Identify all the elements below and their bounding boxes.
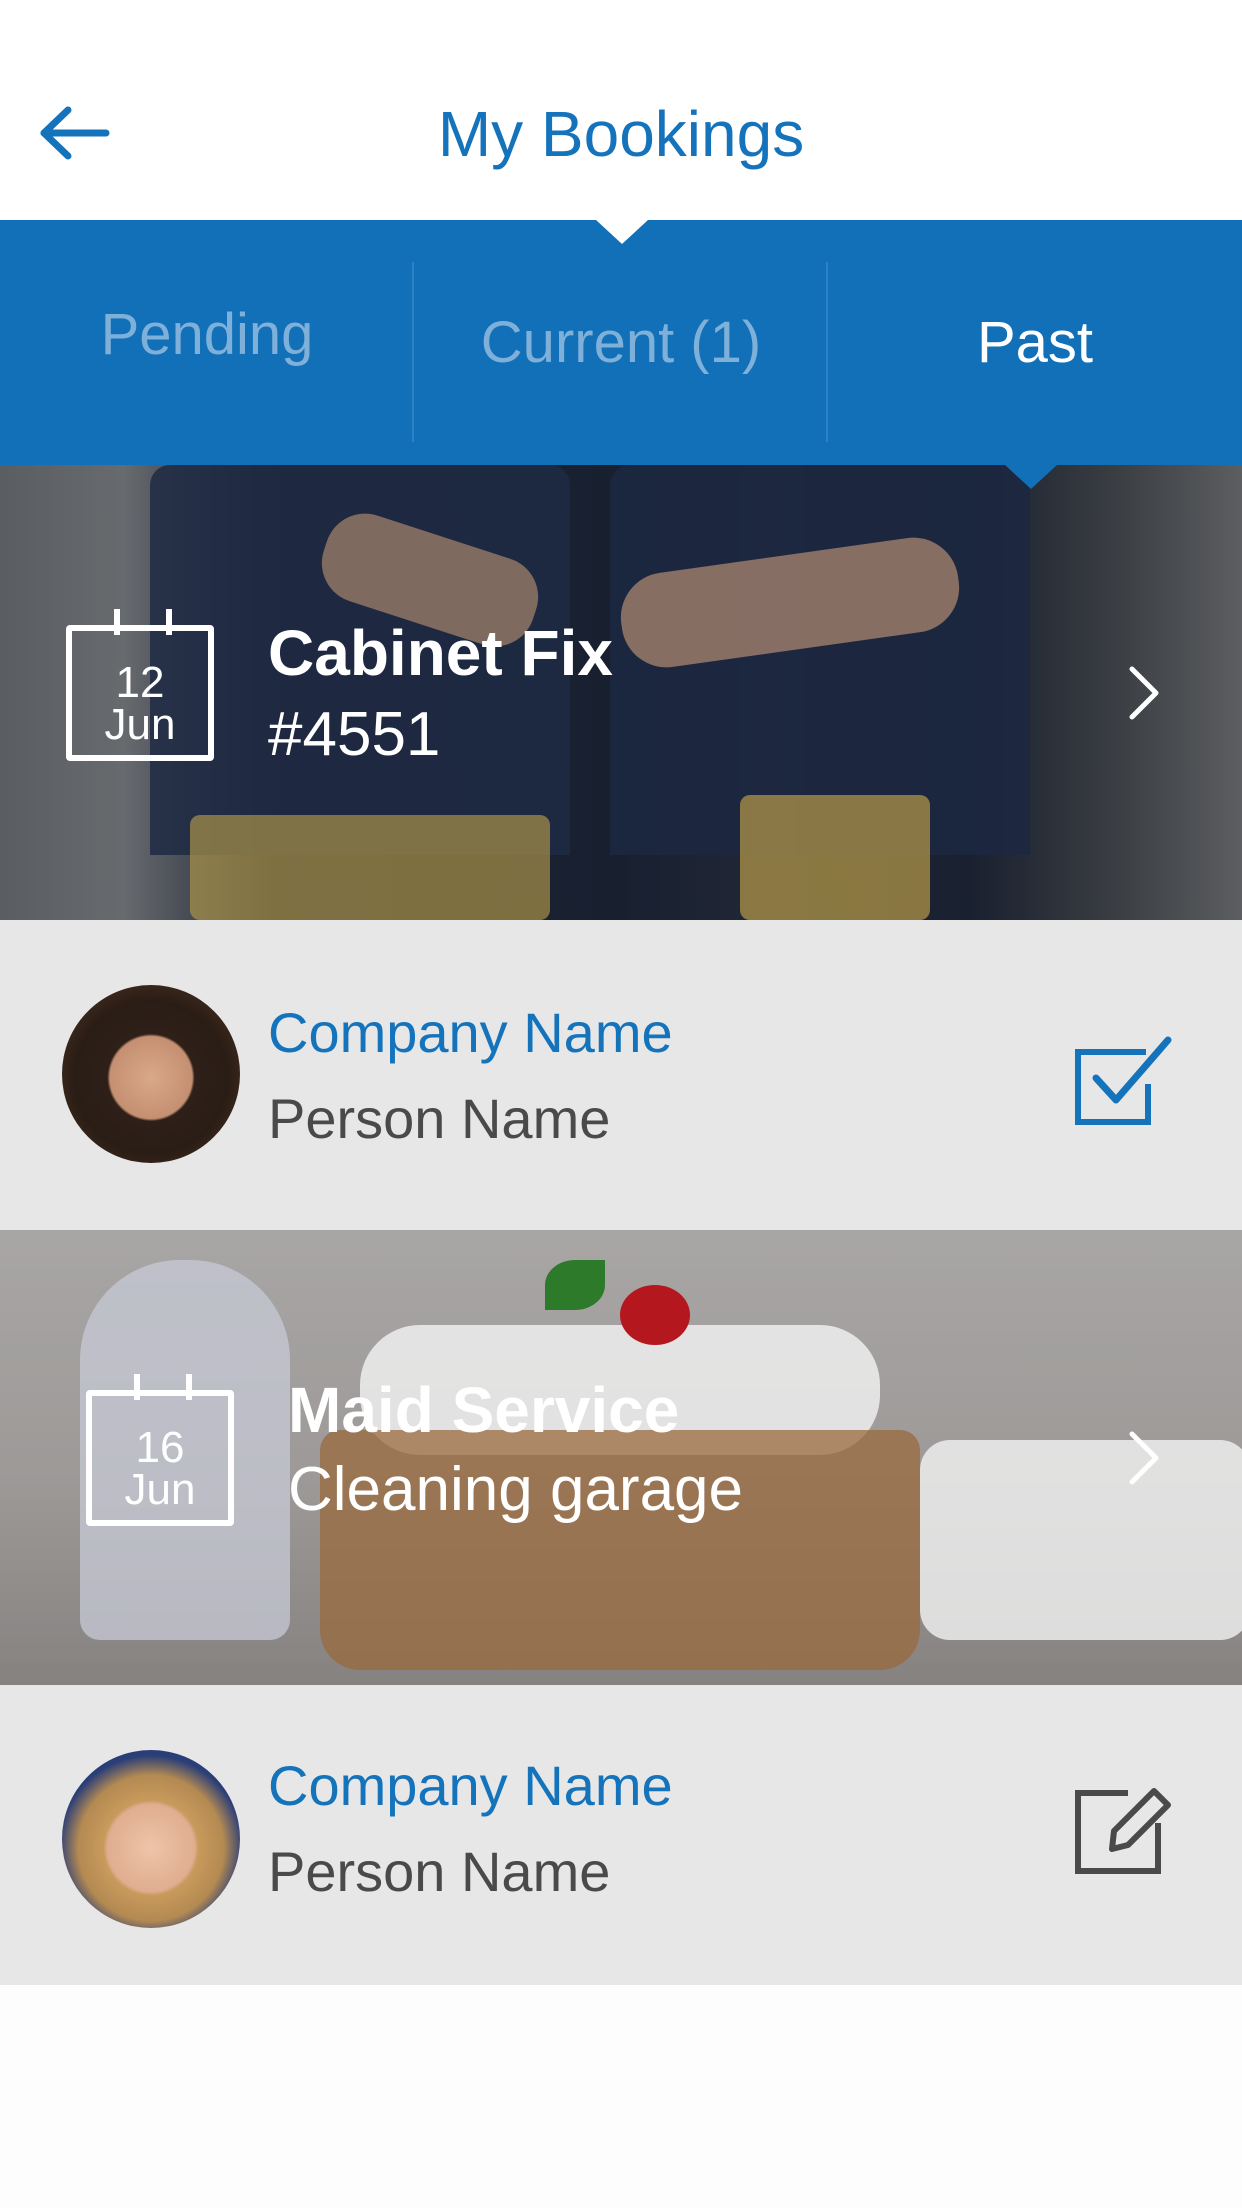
- tab-pending-label: Pending: [100, 302, 314, 367]
- booking-number: #4551: [268, 700, 441, 769]
- provider-row: Company Name Person Name: [0, 920, 1242, 1230]
- tab-bar: Pending Current (1) Past: [0, 220, 1242, 465]
- date-month: Jun: [124, 1465, 196, 1514]
- tab-current-label: Current (1): [480, 310, 762, 375]
- date-day: 12: [115, 658, 165, 707]
- calendar-ring: [134, 1374, 140, 1400]
- checkbox-checked-icon[interactable]: [1068, 1028, 1172, 1132]
- tab-pending[interactable]: Pending: [0, 220, 414, 465]
- banner-photo-toolbelt: [190, 815, 550, 920]
- calendar-icon: 12 Jun: [66, 609, 214, 761]
- booking-banner-cabinet-fix[interactable]: 12 Jun Cabinet Fix #4551: [0, 465, 1242, 920]
- booking-title: Maid Service: [288, 1374, 680, 1446]
- calendar-ring: [186, 1374, 192, 1400]
- provider-row: Company Name Person Name: [0, 1685, 1242, 1985]
- active-tab-indicator: [1005, 465, 1057, 489]
- banner-photo-leaf: [545, 1260, 605, 1310]
- tab-past-label: Past: [976, 310, 1094, 375]
- calendar-icon: 16 Jun: [86, 1374, 234, 1526]
- avatar: [62, 1750, 240, 1928]
- header-notch: [596, 220, 648, 244]
- booking-description: Cleaning garage: [288, 1455, 744, 1524]
- chevron-right-icon: [1129, 666, 1159, 720]
- company-name[interactable]: Company Name: [268, 1753, 673, 1819]
- date-month: Jun: [104, 700, 176, 749]
- person-name: Person Name: [268, 1087, 611, 1150]
- page-title: My Bookings: [437, 98, 805, 170]
- person-name: Person Name: [268, 1840, 611, 1903]
- tab-current[interactable]: Current (1): [414, 220, 828, 465]
- avatar: [62, 985, 240, 1163]
- banner-photo-rose: [620, 1285, 690, 1345]
- calendar-ring: [114, 609, 120, 635]
- booking-banner-maid-service[interactable]: 16 Jun Maid Service Cleaning garage: [0, 1230, 1242, 1685]
- booking-title: Cabinet Fix: [268, 617, 613, 689]
- banner-photo-toolbelt: [740, 795, 930, 920]
- chevron-right-icon: [1129, 1431, 1159, 1485]
- tab-past[interactable]: Past: [828, 220, 1242, 465]
- calendar-ring: [166, 609, 172, 635]
- company-name[interactable]: Company Name: [268, 1000, 673, 1066]
- edit-icon[interactable]: [1068, 1777, 1172, 1881]
- banner-photo-towels: [920, 1440, 1242, 1640]
- date-day: 16: [135, 1423, 185, 1472]
- header-bar: My Bookings: [0, 0, 1242, 220]
